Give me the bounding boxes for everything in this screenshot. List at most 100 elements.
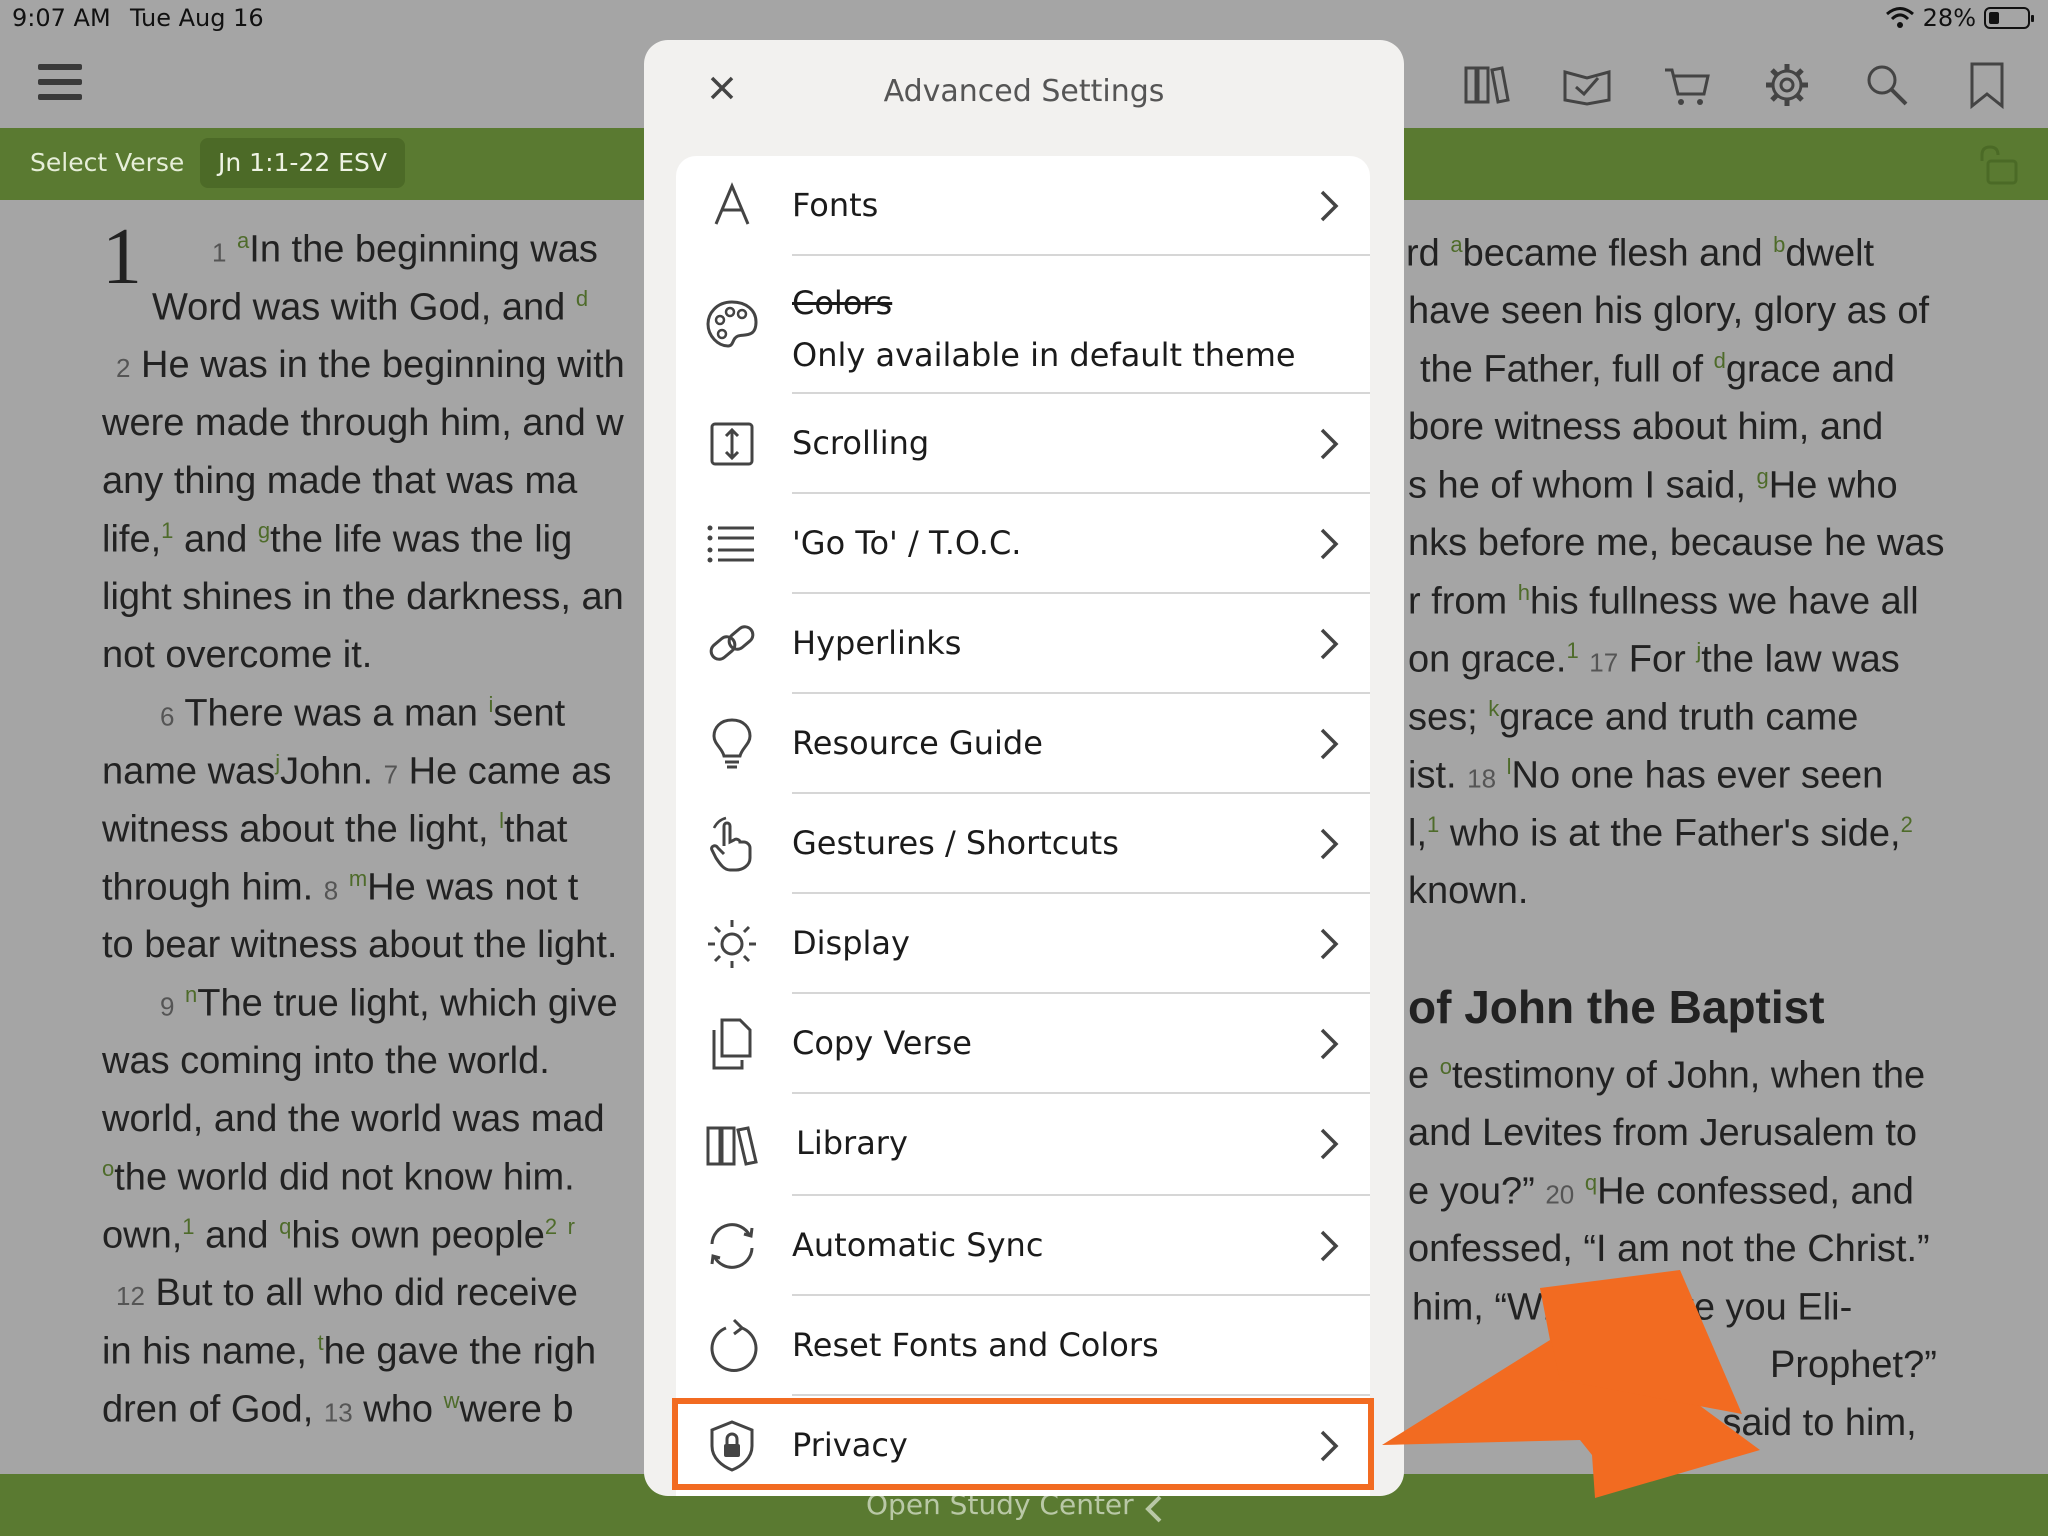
chevron-right-icon — [1320, 1128, 1339, 1160]
left-line[interactable]: Word was with God, and d — [152, 286, 588, 330]
left-line[interactable]: 2 He was in the beginning with — [116, 344, 625, 387]
sync-icon — [710, 1223, 754, 1269]
reference-pill[interactable]: Jn 1:1-22 ESV — [200, 138, 405, 188]
chevron-right-icon — [1320, 1028, 1339, 1060]
settings-row-fonts[interactable]: Fonts — [676, 156, 1370, 256]
reading-plans-icon[interactable] — [1562, 60, 1612, 110]
left-line[interactable]: through him. 8 mHe was not t — [102, 866, 578, 910]
left-line[interactable]: dren of God, 13 who wwere b — [102, 1388, 574, 1432]
settings-icon[interactable] — [1762, 60, 1812, 110]
right-line[interactable]: e otestimony of John, when the — [1408, 1054, 1925, 1098]
right-line[interactable]: the Father, full of dgrace and — [1420, 348, 1895, 392]
settings-row-reset-fonts-colors[interactable]: Reset Fonts and Colors — [676, 1296, 1370, 1396]
library-icon[interactable] — [1462, 60, 1512, 110]
right-line[interactable]: nks before me, because he was — [1408, 522, 1945, 565]
left-line[interactable]: in his name, the gave the righ — [102, 1330, 596, 1374]
left-line[interactable]: were made through him, and w — [102, 402, 624, 445]
reset-icon — [710, 1318, 758, 1372]
menu-icon[interactable] — [38, 64, 82, 104]
chevron-right-icon — [1320, 628, 1339, 660]
battery-percent: 28% — [1922, 4, 1976, 32]
left-line[interactable]: name wasjJohn. 7 He came as — [102, 750, 611, 794]
left-line[interactable]: light shines in the darkness, an — [102, 576, 624, 619]
status-date: Tue Aug 16 — [130, 4, 264, 32]
left-line[interactable]: was coming into the world. — [102, 1040, 550, 1083]
settings-row-label: Library — [796, 1124, 908, 1162]
status-right: 28% — [1885, 4, 2034, 32]
left-line[interactable]: othe world did not know him. — [102, 1156, 575, 1200]
left-line[interactable]: any thing made that was ma — [102, 460, 577, 503]
unlock-icon[interactable] — [1978, 145, 2024, 185]
advanced-settings-modal: Advanced Settings Fonts Colors Only avai… — [644, 40, 1404, 1496]
right-line[interactable]: Prophet?” — [1770, 1344, 1937, 1387]
left-line[interactable]: witness about the light, lthat — [102, 808, 567, 852]
right-line[interactable]: bore witness about him, and — [1408, 406, 1883, 449]
settings-row-label: 'Go To' / T.O.C. — [792, 524, 1022, 562]
left-line[interactable]: 6 There was a man isent — [160, 692, 565, 736]
battery-icon — [1984, 7, 2034, 29]
chapter-number: 1 — [102, 213, 142, 301]
verse-1-line[interactable]: 1 aIn the beginning was — [212, 228, 598, 272]
settings-row-label: Scrolling — [792, 424, 930, 462]
right-line[interactable]: l,1 who is at the Father's side,2 — [1408, 812, 1913, 856]
settings-row-label: Resource Guide — [792, 724, 1043, 762]
bookmark-icon[interactable] — [1962, 60, 2012, 110]
settings-row-goto-toc[interactable]: 'Go To' / T.O.C. — [676, 494, 1370, 594]
gesture-hand-icon — [710, 816, 752, 872]
font-icon — [714, 182, 750, 225]
settings-row-label: Automatic Sync — [792, 1226, 1044, 1264]
section-heading: of John the Baptist — [1408, 981, 1825, 1033]
annotation-arrow-icon — [1382, 1270, 1760, 1498]
right-line[interactable]: and Levites from Jerusalem to — [1408, 1112, 1917, 1155]
copy-icon — [712, 1018, 752, 1070]
chevron-right-icon — [1320, 428, 1339, 460]
right-line[interactable]: have seen his glory, glory as of — [1408, 290, 1929, 333]
settings-row-display[interactable]: Display — [676, 894, 1370, 994]
brightness-icon — [708, 920, 756, 968]
settings-row-hyperlinks[interactable]: Hyperlinks — [676, 594, 1370, 694]
left-line[interactable]: 9 nThe true light, which give — [160, 982, 618, 1026]
chevron-right-icon — [1320, 728, 1339, 760]
right-line[interactable]: ist. 18 lNo one has ever seen — [1408, 754, 1883, 798]
right-line[interactable]: ses; kgrace and truth came — [1408, 696, 1858, 740]
settings-row-sublabel: Only available in default theme — [792, 336, 1296, 374]
settings-row-label: Hyperlinks — [792, 624, 962, 662]
settings-row-library[interactable]: Library — [676, 1094, 1370, 1196]
left-line[interactable]: to bear witness about the light. — [102, 924, 617, 967]
palette-icon — [706, 300, 758, 348]
settings-row-label: Gestures / Shortcuts — [792, 824, 1119, 862]
chevron-left-icon — [1145, 1495, 1162, 1523]
select-verse-button[interactable]: Select Verse — [30, 148, 184, 177]
cart-icon[interactable] — [1662, 60, 1712, 110]
right-line[interactable]: e you?” 20 qHe confessed, and — [1408, 1170, 1914, 1214]
left-line[interactable]: life,1 and gthe life was the lig — [102, 518, 572, 562]
settings-row-gestures[interactable]: Gestures / Shortcuts — [676, 794, 1370, 894]
settings-row-label: Copy Verse — [792, 1024, 972, 1062]
left-line[interactable]: 12 But to all who did receive — [116, 1272, 578, 1315]
settings-row-label: Colors — [792, 284, 893, 322]
search-icon[interactable] — [1862, 60, 1912, 110]
right-line[interactable]: on grace.1 17 For jthe law was — [1408, 638, 1900, 682]
right-line[interactable]: known. — [1408, 870, 1528, 913]
settings-row-label: Display — [792, 924, 910, 962]
left-line[interactable]: not overcome it. — [102, 634, 372, 677]
right-line[interactable]: s he of whom I said, gHe who — [1408, 464, 1898, 508]
settings-row-resource-guide[interactable]: Resource Guide — [676, 694, 1370, 794]
chevron-right-icon — [1320, 190, 1339, 222]
settings-row-copy-verse[interactable]: Copy Verse — [676, 994, 1370, 1094]
status-time: 9:07 AM — [12, 4, 111, 32]
right-line[interactable]: r from hhis fullness we have all — [1408, 580, 1919, 624]
settings-row-automatic-sync[interactable]: Automatic Sync — [676, 1196, 1370, 1296]
modal-title: Advanced Settings — [883, 74, 1165, 109]
left-line[interactable]: own,1 and qhis own people2 r — [102, 1214, 575, 1258]
settings-list: Fonts Colors Only available in default t… — [676, 156, 1370, 1496]
left-line[interactable]: world, and the world was mad — [102, 1098, 605, 1141]
privacy-highlight-box — [672, 1398, 1374, 1490]
chevron-right-icon — [1320, 528, 1339, 560]
settings-row-scrolling[interactable]: Scrolling — [676, 394, 1370, 494]
chevron-right-icon — [1320, 928, 1339, 960]
right-line[interactable]: rd abecame flesh and bdwelt — [1406, 232, 1874, 276]
right-line[interactable]: onfessed, “I am not the Christ.” — [1408, 1228, 1930, 1271]
chevron-right-icon — [1320, 1230, 1339, 1262]
settings-row-colors: Colors Only available in default theme — [676, 256, 1370, 394]
